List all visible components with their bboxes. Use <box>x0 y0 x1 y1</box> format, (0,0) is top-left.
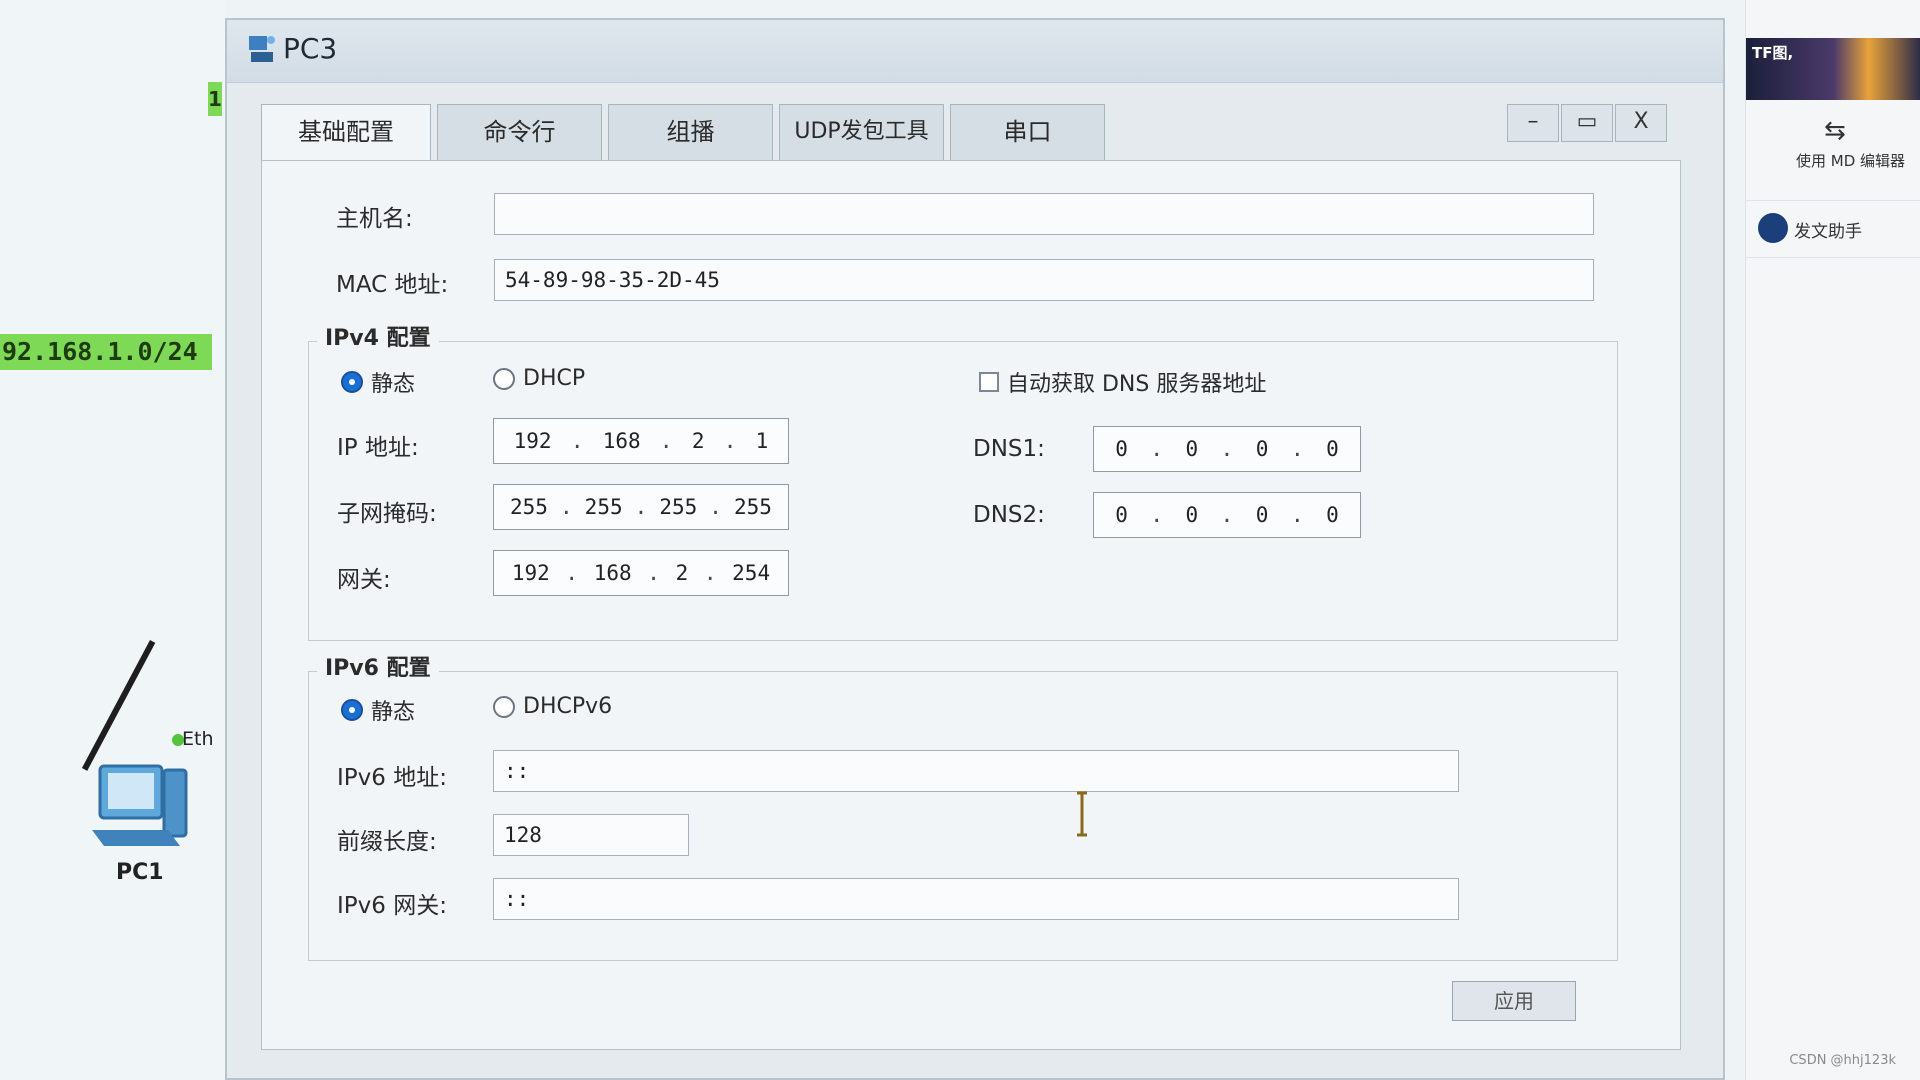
helper-label: 发文助手 <box>1794 222 1862 242</box>
tab-udp-tool[interactable]: UDP发包工具 <box>779 104 944 160</box>
ip-octet-4[interactable]: 1 <box>756 429 769 453</box>
pc-label[interactable]: PC1 <box>116 860 164 885</box>
dns1-label: DNS1: <box>973 436 1045 462</box>
prefix-length-input[interactable]: 128 <box>493 814 689 856</box>
ipv6-gateway-label: IPv6 网关: <box>337 893 447 919</box>
close-button[interactable]: X <box>1615 104 1667 142</box>
pc-icon[interactable] <box>88 760 198 852</box>
dns1-octet-2[interactable]: 0 <box>1186 437 1199 461</box>
gateway-octet-1[interactable]: 192 <box>512 561 550 585</box>
ip-octet-1[interactable]: 192 <box>514 429 552 453</box>
dns1-octet-3[interactable]: 0 <box>1256 437 1269 461</box>
tab-basic-config[interactable]: 基础配置 <box>261 104 431 164</box>
title-bar[interactable]: PC3 <box>227 20 1723 83</box>
ipv4-static-radio[interactable]: 静态 <box>341 366 415 398</box>
editor-side-panel: TF图, ⇆ 使用 MD 编辑器 发文助手 <box>1745 0 1920 1080</box>
auto-dns-label: 自动获取 DNS 服务器地址 <box>1007 372 1267 397</box>
app-icon <box>249 36 275 62</box>
ipv6-group-title: IPv6 配置 <box>317 650 439 682</box>
eth-label: Eth <box>182 728 214 750</box>
dns2-octet-2[interactable]: 0 <box>1186 503 1199 527</box>
dns2-label: DNS2: <box>973 502 1045 528</box>
banner-text: TF图, <box>1752 44 1794 62</box>
dns1-input[interactable]: 0. 0. 0. 0 <box>1093 426 1361 472</box>
ethernet-cable <box>81 640 156 771</box>
dns2-input[interactable]: 0. 0. 0. 0 <box>1093 492 1361 538</box>
gateway-octet-3[interactable]: 2 <box>676 561 689 585</box>
subnet-mask-input[interactable]: 255. 255. 255. 255 <box>493 484 789 530</box>
mac-field: 54-89-98-35-2D-45 <box>494 259 1594 301</box>
ipv6-group: IPv6 配置 静态 DHCPv6 IPv6 地址: :: 前缀长度: 128 … <box>308 650 1618 961</box>
md-editor-link[interactable]: 使用 MD 编辑器 <box>1796 150 1905 171</box>
ipv6-static-label: 静态 <box>371 700 416 725</box>
ipv6-address-label: IPv6 地址: <box>337 765 447 791</box>
mask-octet-2[interactable]: 255 <box>585 495 623 519</box>
swap-icon[interactable]: ⇆ <box>1824 116 1846 146</box>
banner-image: TF图, <box>1746 38 1920 100</box>
mac-label: MAC 地址: <box>336 272 449 298</box>
ip-address-input[interactable]: 192. 168. 2. 1 <box>493 418 789 464</box>
mask-octet-4[interactable]: 255 <box>734 495 772 519</box>
watermark: CSDN @hhj123k <box>1789 1053 1896 1068</box>
gateway-octet-4[interactable]: 254 <box>732 561 770 585</box>
dns2-octet-3[interactable]: 0 <box>1256 503 1269 527</box>
ipv6-address-input[interactable]: :: <box>493 750 1459 792</box>
ipv6-static-radio[interactable]: 静态 <box>341 694 415 726</box>
ipv4-group: IPv4 配置 静态 DHCP 自动获取 DNS 服务器地址 IP 地址: 19… <box>308 320 1618 641</box>
text-cursor-icon <box>1077 791 1087 837</box>
minimize-button[interactable]: – <box>1507 104 1559 142</box>
radio-unselected-icon <box>493 367 515 390</box>
network-label: 92.168.1.0/24 <box>0 334 212 370</box>
window-title: PC3 <box>283 32 338 65</box>
radio-selected-icon <box>341 699 363 721</box>
pc3-config-window: PC3 – ▭ X 基础配置 命令行 组播 UDP发包工具 串口 主机名: MA… <box>225 18 1725 1080</box>
helper-avatar-icon <box>1758 213 1788 243</box>
hostname-label: 主机名: <box>336 206 413 232</box>
ip-address-label: IP 地址: <box>337 435 419 461</box>
tab-multicast[interactable]: 组播 <box>608 104 773 160</box>
subnet-mask-label: 子网掩码: <box>337 501 437 527</box>
apply-button[interactable]: 应用 <box>1452 981 1576 1021</box>
auto-dns-checkbox[interactable]: 自动获取 DNS 服务器地址 <box>979 366 1266 398</box>
mask-octet-1[interactable]: 255 <box>510 495 548 519</box>
prefix-length-label: 前缀长度: <box>337 829 437 855</box>
gateway-label: 网关: <box>337 567 391 593</box>
network-tag: 1 <box>208 82 222 116</box>
ipv6-dhcpv6-radio[interactable]: DHCPv6 <box>493 694 612 719</box>
dns1-octet-4[interactable]: 0 <box>1326 437 1339 461</box>
ipv4-dhcp-label: DHCP <box>523 366 586 391</box>
radio-selected-icon <box>341 371 363 393</box>
gateway-input[interactable]: 192. 168. 2. 254 <box>493 550 789 596</box>
mask-octet-3[interactable]: 255 <box>659 495 697 519</box>
dns2-octet-4[interactable]: 0 <box>1326 503 1339 527</box>
tab-serial[interactable]: 串口 <box>950 104 1105 160</box>
ipv4-dhcp-radio[interactable]: DHCP <box>493 366 585 391</box>
ip-octet-3[interactable]: 2 <box>692 429 705 453</box>
ipv4-static-label: 静态 <box>371 372 416 397</box>
basic-config-panel: 主机名: MAC 地址: 54-89-98-35-2D-45 IPv4 配置 静… <box>261 160 1681 1050</box>
maximize-button[interactable]: ▭ <box>1561 104 1613 142</box>
dns1-octet-1[interactable]: 0 <box>1115 437 1128 461</box>
hostname-input[interactable] <box>494 193 1594 235</box>
post-helper[interactable]: 发文助手 <box>1746 200 1920 258</box>
checkbox-icon <box>979 372 999 392</box>
ipv6-gateway-input[interactable]: :: <box>493 878 1459 920</box>
topology-canvas: 1 92.168.1.0/24 Eth PC1 <box>0 0 225 1080</box>
ipv4-group-title: IPv4 配置 <box>317 320 439 352</box>
radio-unselected-icon <box>493 695 515 718</box>
tab-command-line[interactable]: 命令行 <box>437 104 602 160</box>
gateway-octet-2[interactable]: 168 <box>594 561 632 585</box>
ipv6-dhcpv6-label: DHCPv6 <box>523 694 613 719</box>
ip-octet-2[interactable]: 168 <box>603 429 641 453</box>
dns2-octet-1[interactable]: 0 <box>1115 503 1128 527</box>
